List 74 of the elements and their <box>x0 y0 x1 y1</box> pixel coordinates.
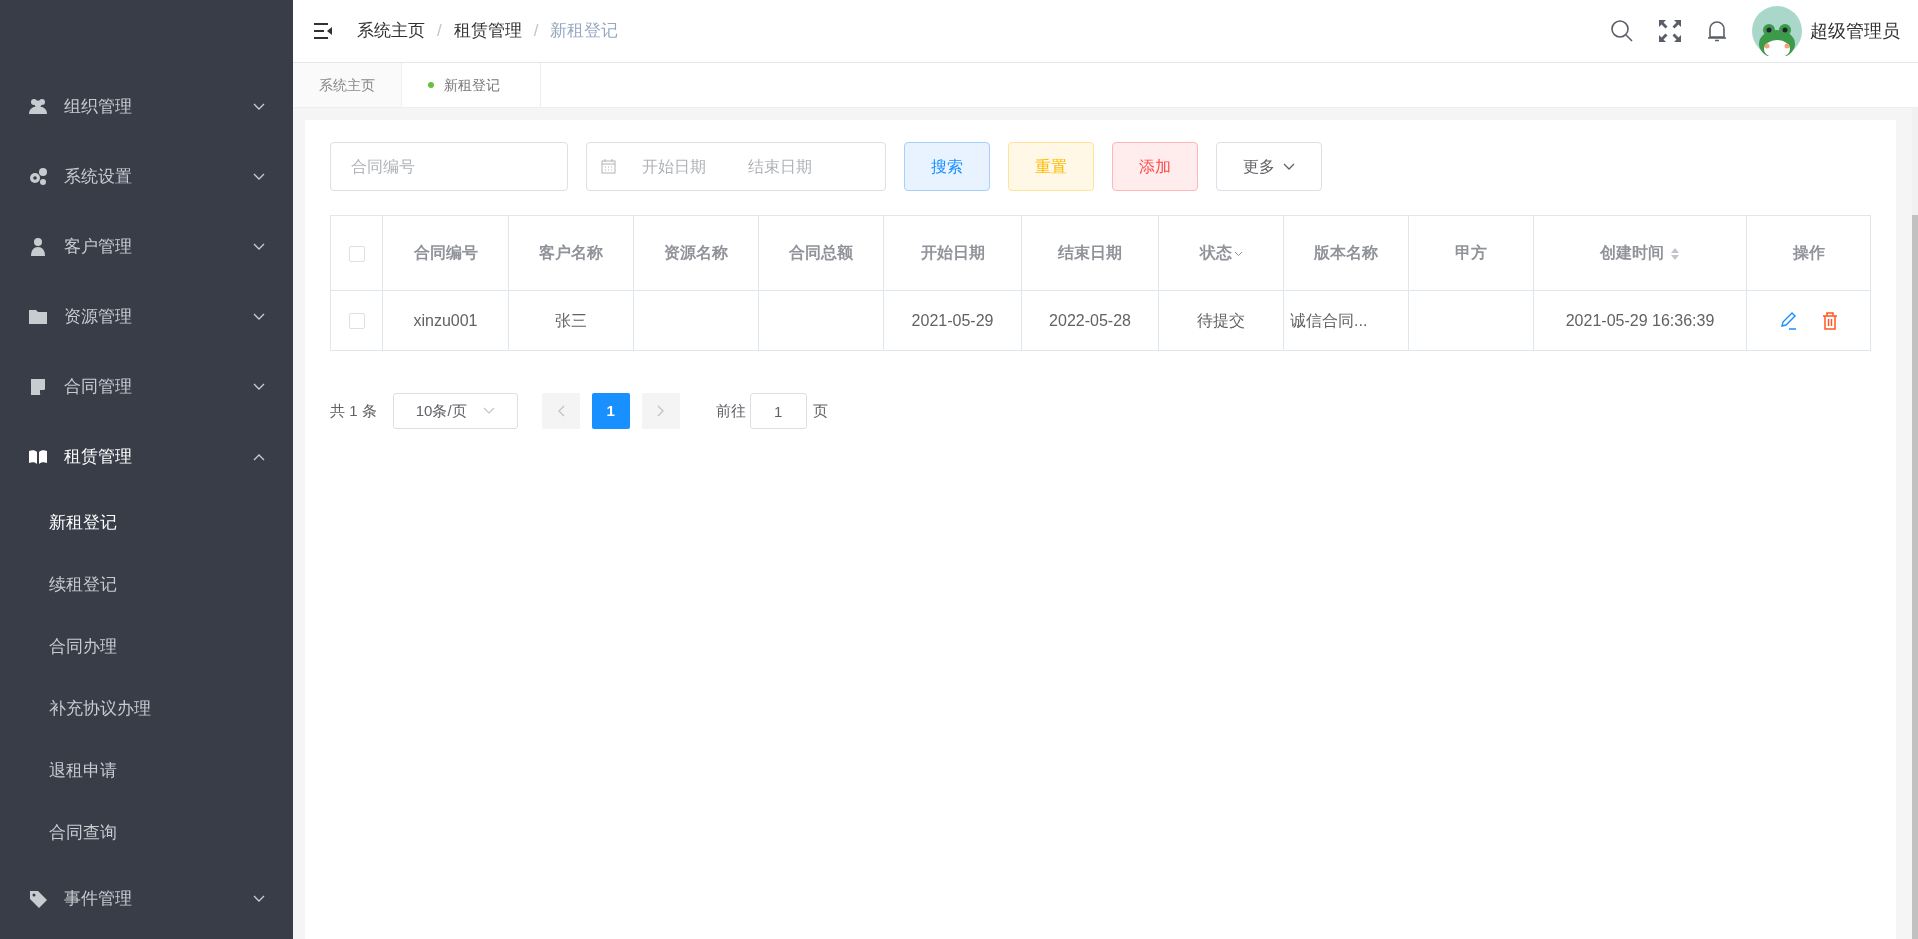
sidebar-group[interactable]: 系统设置 <box>0 142 293 212</box>
contract-number-field[interactable]: 合同编号 <box>330 142 568 191</box>
row-checkbox[interactable] <box>348 313 365 330</box>
breadcrumb-item[interactable]: 租赁管理 <box>453 18 522 44</box>
calendar-icon <box>601 159 616 174</box>
date-range-picker[interactable]: 开始日期 结束日期 <box>586 142 886 191</box>
sidebar-group[interactable]: 合同管理 <box>0 352 293 422</box>
chevron-down-icon[interactable] <box>1233 250 1243 257</box>
chevron-right-icon <box>656 405 665 417</box>
gears-icon <box>28 167 48 187</box>
search-icon[interactable] <box>1610 19 1634 43</box>
breadcrumb-item: 新租登记 <box>550 20 619 43</box>
bell-icon[interactable] <box>1706 19 1728 43</box>
sidebar-item[interactable]: 新租登记 <box>0 492 293 554</box>
more-button[interactable]: 更多 <box>1216 142 1323 191</box>
chevron-down-icon <box>253 895 265 903</box>
page-input[interactable]: 1 <box>749 393 807 429</box>
column-header: 操作 <box>1792 244 1825 261</box>
chevron-down-icon <box>253 103 265 111</box>
sidebar-group[interactable]: 资源管理 <box>0 282 293 352</box>
column-header: 开始日期 <box>920 244 985 261</box>
sidebar-group[interactable]: 租赁管理 <box>0 422 293 492</box>
chevron-up-icon <box>253 453 265 461</box>
tab[interactable]: 系统主页 <box>293 63 402 107</box>
sidebar-item[interactable]: 续租登记 <box>0 554 293 616</box>
column-header: 合同总额 <box>789 244 853 261</box>
sort-icon[interactable] <box>1670 246 1680 261</box>
chevron-left-icon <box>556 405 565 417</box>
sidebar-item[interactable]: 合同办理 <box>0 616 293 678</box>
chevron-down-icon <box>253 243 265 251</box>
avatar-drawing[interactable] <box>1752 6 1802 56</box>
table-cell: 2021-05-29 16:36:39 <box>1565 311 1715 329</box>
goto-label: 前往 <box>715 400 746 421</box>
tag-icon <box>28 889 48 909</box>
breadcrumb-separator: / <box>437 20 442 43</box>
person-icon <box>28 237 48 257</box>
delete-icon[interactable] <box>1821 312 1838 331</box>
table-cell: xinzu001 <box>413 311 478 329</box>
sidebar-group[interactable]: 事件管理 <box>0 864 293 934</box>
note-icon <box>28 377 48 397</box>
breadcrumb-item[interactable]: 系统主页 <box>357 18 425 44</box>
edit-icon[interactable] <box>1779 311 1798 332</box>
column-header: 结束日期 <box>1058 244 1122 261</box>
chevron-down-icon <box>253 383 265 391</box>
sidebar-item[interactable]: 退租申请 <box>0 740 293 802</box>
chevron-down-icon <box>1283 163 1296 172</box>
people-icon <box>28 97 48 117</box>
table-cell: 2021-05-29 <box>911 311 994 329</box>
chevron-down-icon <box>253 313 265 321</box>
table-cell: 诚信合同... <box>1290 311 1368 329</box>
fullscreen-icon[interactable] <box>1658 19 1682 43</box>
sidebar-group[interactable]: 客户管理 <box>0 212 293 282</box>
column-header: 客户名称 <box>539 244 603 261</box>
chevron-down-icon <box>482 407 495 415</box>
sidebar-item[interactable]: 合同查询 <box>0 802 293 864</box>
folder-icon <box>28 307 48 327</box>
chevron-down-icon <box>253 173 265 181</box>
column-header: 甲方 <box>1455 244 1487 261</box>
sidebar-group[interactable]: 组织管理 <box>0 72 293 142</box>
select-all-checkbox[interactable] <box>348 245 365 262</box>
page-suffix: 页 <box>812 400 828 421</box>
total-count: 共 1 条 <box>330 400 377 421</box>
column-header: 资源名称 <box>664 244 728 261</box>
breadcrumb-separator: / <box>533 20 539 43</box>
page-size-select[interactable]: 10条/页 <box>392 393 518 429</box>
sidebar-item[interactable]: 补充协议办理 <box>0 678 293 740</box>
book-icon <box>28 447 48 467</box>
table-cell: 张三 <box>555 311 587 329</box>
user-name[interactable]: 超级管理员 <box>1810 17 1900 45</box>
table-cell: 2022-05-28 <box>1049 311 1131 329</box>
menu-icon[interactable] <box>313 22 333 40</box>
table-cell: 待提交 <box>1197 311 1245 329</box>
column-header: 版本名称 <box>1314 244 1378 261</box>
column-header: 合同编号 <box>413 244 478 261</box>
